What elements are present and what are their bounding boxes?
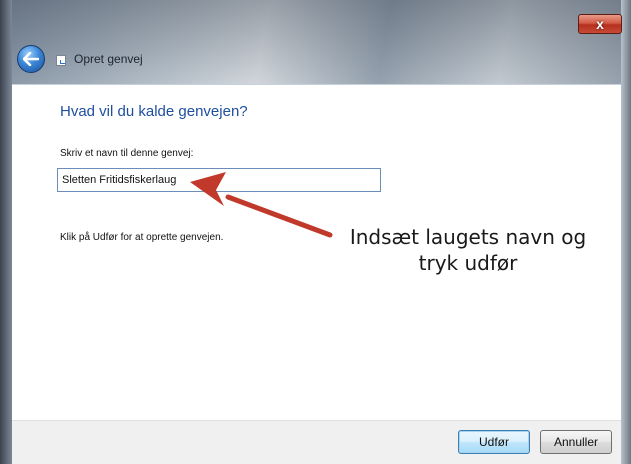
page-heading: Hvad vil du kalde genvejen? (60, 103, 248, 120)
finish-button[interactable]: Udfør (458, 430, 530, 454)
close-icon: x (596, 16, 604, 32)
name-field-label: Skriv et navn til denne genvej: (60, 148, 194, 159)
back-arrow-icon (23, 52, 39, 66)
title-bar-glass (0, 0, 631, 95)
window-title: Opret genvej (74, 52, 143, 66)
shortcut-name-input[interactable] (57, 168, 381, 192)
annotation-text: Indsæt laugets navn og tryk udfør (333, 224, 603, 276)
cancel-button[interactable]: Annuller (540, 430, 612, 454)
window-right-border (621, 0, 631, 464)
close-button[interactable]: x (578, 14, 622, 34)
window-left-border (0, 0, 12, 464)
instruction-text: Klik på Udfør for at oprette genvejen. (60, 232, 224, 243)
shortcut-wizard-icon (56, 55, 66, 66)
wizard-window: x Opret genvej Hvad vil du kalde genveje… (0, 0, 631, 464)
back-button[interactable] (17, 45, 45, 73)
annotation-line-2: tryk udfør (418, 251, 518, 275)
annotation-line-1: Indsæt laugets navn og (349, 225, 587, 249)
